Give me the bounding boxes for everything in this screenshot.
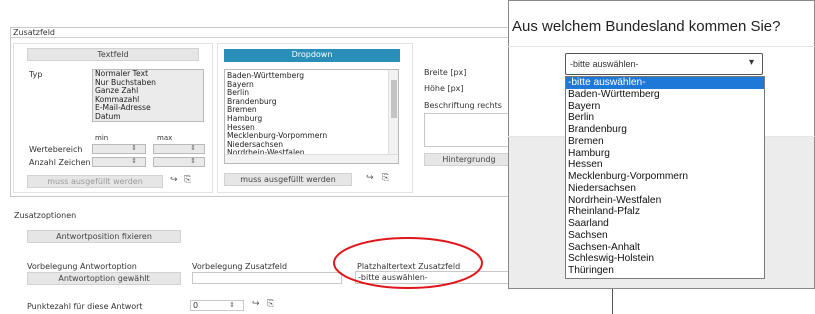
- highlight-ellipse: [333, 237, 483, 289]
- popup-question: Aus welchem Bundesland kommen Sie?: [512, 18, 781, 35]
- typ-label: Typ: [29, 70, 43, 79]
- dropdown-option[interactable]: Thüringen: [566, 265, 764, 277]
- dropdown-option[interactable]: Hamburg: [566, 148, 764, 160]
- muss-ausgefuellt-button-mid[interactable]: muss ausgefüllt werden: [224, 173, 352, 186]
- hintergrund-button[interactable]: Hintergrundg: [424, 153, 514, 166]
- muss-ausgefuellt-button-left[interactable]: muss ausgefüllt werden: [27, 175, 163, 188]
- beschriftung-label: Beschriftung rechts: [424, 101, 502, 110]
- anzahl-zeichen-label: Anzahl Zeichen: [29, 158, 91, 167]
- breite-label: Breite [px]: [424, 68, 467, 77]
- wertebereich-min-input[interactable]: ⇕: [92, 144, 146, 154]
- arrow-icon[interactable]: ↪: [366, 173, 374, 183]
- zusatzfeld-heading: Zusatzfeld: [13, 28, 55, 37]
- dropdown-option[interactable]: Rheinland-Pfalz: [566, 206, 764, 218]
- dropdown-option[interactable]: Bayern: [566, 101, 764, 113]
- chevron-down-icon[interactable]: ▾: [749, 57, 754, 68]
- heading-divider: [10, 37, 516, 38]
- wertebereich-label: Wertebereich: [29, 145, 83, 154]
- dropdown-option[interactable]: Mecklenburg-Vorpommern: [566, 171, 764, 183]
- dropdown-option[interactable]: Nordrhein-Westfalen: [566, 195, 764, 207]
- textfeld-button[interactable]: Textfeld: [27, 48, 199, 61]
- bundesland-dropdown-list[interactable]: -bitte auswählen- Baden-Württemberg Baye…: [565, 76, 765, 279]
- min-label: min: [95, 134, 109, 142]
- spinner-icon[interactable]: ⇕: [190, 144, 196, 152]
- max-label: max: [157, 134, 173, 142]
- zusatzoptionen-heading: Zusatzoptionen: [14, 211, 77, 220]
- vertical-scrollbar[interactable]: [388, 70, 398, 154]
- antwortoption-gewaehlt-button[interactable]: Antwortoption gewählt: [27, 272, 181, 285]
- wertebereich-max-input[interactable]: ⇕: [153, 144, 205, 154]
- dropdown-option[interactable]: Bayern: [225, 80, 398, 90]
- punktezahl-label: Punktezahl für diese Antwort: [27, 302, 143, 311]
- dropdown-option[interactable]: Sachsen: [566, 230, 764, 242]
- copy-icon[interactable]: ⎘: [382, 173, 389, 183]
- vorbelegung-antwortoption-label: Vorbelegung Antwortoption: [27, 262, 137, 271]
- spinner-icon[interactable]: ⇕: [131, 157, 137, 165]
- anzahl-zeichen-min-input[interactable]: ⇕: [92, 157, 146, 167]
- dropdown-option-selected[interactable]: -bitte auswählen-: [566, 77, 764, 89]
- arrow-icon[interactable]: ↪: [170, 175, 178, 185]
- dropdown-option[interactable]: Brandenburg: [566, 124, 764, 136]
- arrow-icon[interactable]: ↪: [252, 299, 260, 309]
- spinner-icon[interactable]: ⇕: [229, 301, 235, 309]
- dropdown-option[interactable]: Saarland: [566, 218, 764, 230]
- spinner-icon[interactable]: ⇕: [131, 144, 137, 152]
- scroll-thumb[interactable]: [391, 80, 397, 118]
- punktezahl-value: 0: [193, 301, 199, 310]
- typ-listbox[interactable]: Normaler Text Nur Buchstaben Ganze Zahl …: [92, 69, 204, 122]
- dropdown-option[interactable]: Niedersachsen: [566, 183, 764, 195]
- connector-line: [612, 289, 613, 314]
- dropdown-option[interactable]: Schleswig-Holstein: [566, 253, 764, 265]
- dropdown-option[interactable]: Bremen: [566, 136, 764, 148]
- vorbelegung-zusatzfeld-input[interactable]: [192, 272, 342, 284]
- vorbelegung-zusatzfeld-label: Vorbelegung Zusatzfeld: [192, 262, 288, 271]
- dropdown-option[interactable]: Baden-Württemberg: [566, 89, 764, 101]
- hoehe-label: Höhe [px]: [424, 84, 464, 93]
- dropdown-option[interactable]: Sachsen-Anhalt: [566, 242, 764, 254]
- spinner-icon[interactable]: ⇕: [190, 157, 196, 165]
- beschriftung-textarea[interactable]: [424, 113, 514, 147]
- dropdown-button[interactable]: Dropdown: [224, 49, 400, 62]
- dropdown-options-listbox[interactable]: Baden-Württemberg Bayern Berlin Brandenb…: [224, 69, 399, 164]
- horizontal-scrollbar[interactable]: [225, 154, 398, 163]
- dropdown-option[interactable]: Berlin: [566, 112, 764, 124]
- antwortposition-button[interactable]: Antwortposition fixieren: [27, 230, 181, 243]
- bundesland-select[interactable]: -bitte auswählen- ▾: [565, 53, 763, 75]
- dropdown-option[interactable]: Hessen: [566, 159, 764, 171]
- copy-icon[interactable]: ⎘: [184, 175, 191, 185]
- punktezahl-input[interactable]: 0 ⇕: [190, 300, 244, 311]
- anzahl-zeichen-max-input[interactable]: ⇕: [153, 157, 205, 167]
- select-value: -bitte auswählen-: [570, 59, 639, 69]
- popup-title-divider: [508, 46, 815, 47]
- copy-icon[interactable]: ⎘: [267, 299, 274, 309]
- typ-option[interactable]: Datum: [93, 112, 203, 121]
